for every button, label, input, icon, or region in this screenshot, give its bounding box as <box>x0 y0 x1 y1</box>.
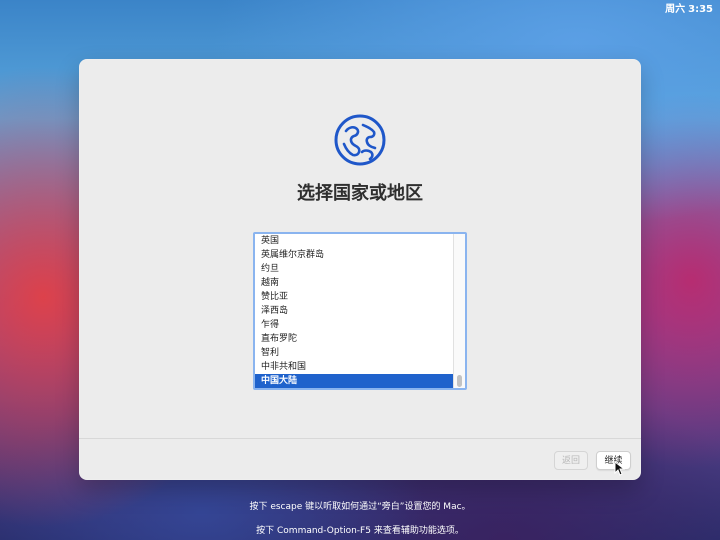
menu-bar: 周六 3:35 <box>0 0 720 20</box>
country-list-scrollbar[interactable] <box>453 234 465 388</box>
list-item-chad[interactable]: 乍得 <box>255 318 453 332</box>
accessibility-instructions: 按下 Command-Option-F5 来查看辅助功能选项。 <box>256 526 464 536</box>
country-region-list[interactable]: 英国 英属维尔京群岛 约旦 越南 赞比亚 泽西岛 乍得 直布罗陀 智利 中非共和… <box>253 232 467 390</box>
list-item-jordan[interactable]: 约旦 <box>255 262 453 276</box>
globe-icon <box>334 114 386 166</box>
list-item-british-virgin-islands[interactable]: 英属维尔京群岛 <box>255 248 453 262</box>
menu-bar-clock: 周六 3:35 <box>665 4 713 16</box>
dialog-footer-divider <box>79 438 641 439</box>
list-item-vietnam[interactable]: 越南 <box>255 276 453 290</box>
list-item-central-african-republic[interactable]: 中非共和国 <box>255 360 453 374</box>
country-list-items: 英国 英属维尔京群岛 约旦 越南 赞比亚 泽西岛 乍得 直布罗陀 智利 中非共和… <box>255 234 453 388</box>
pointer-cursor-icon <box>614 461 625 476</box>
list-item-zambia[interactable]: 赞比亚 <box>255 290 453 304</box>
clock-day: 周六 <box>665 4 686 15</box>
list-item-chile[interactable]: 智利 <box>255 346 453 360</box>
clock-time: 3:35 <box>688 4 713 15</box>
scrollbar-thumb[interactable] <box>457 375 462 387</box>
back-button[interactable]: 返回 <box>554 451 588 470</box>
page-title: 选择国家或地区 <box>297 183 423 204</box>
voiceover-instructions: 按下 escape 键以听取如何通过“旁白”设置您的 Mac。 <box>249 502 471 512</box>
setup-assistant-window: 选择国家或地区 英国 英属维尔京群岛 约旦 越南 赞比亚 泽西岛 乍得 直布罗陀… <box>79 59 641 480</box>
list-item-mainland-china[interactable]: 中国大陆 <box>255 374 453 388</box>
list-item-jersey[interactable]: 泽西岛 <box>255 304 453 318</box>
list-item-gibraltar[interactable]: 直布罗陀 <box>255 332 453 346</box>
list-item-united-kingdom[interactable]: 英国 <box>255 234 453 248</box>
